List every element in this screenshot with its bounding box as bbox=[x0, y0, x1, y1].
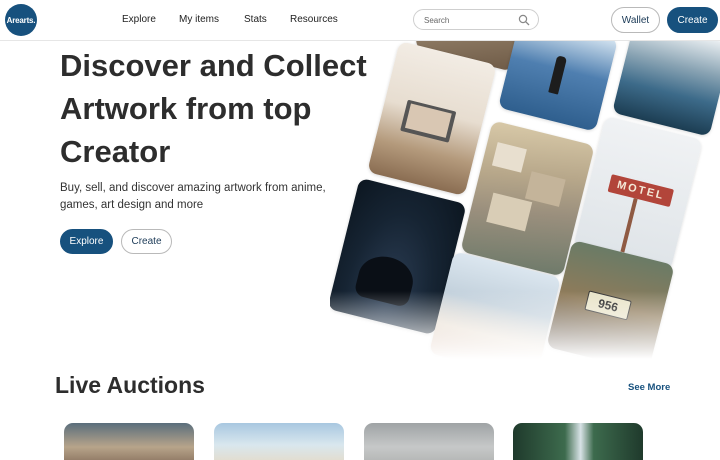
nav-link-explore[interactable]: Explore bbox=[122, 14, 156, 25]
hero-create-button[interactable]: Create bbox=[121, 229, 172, 254]
create-button[interactable]: Create bbox=[667, 7, 718, 33]
hero-subtitle: Buy, sell, and discover amazing artwork … bbox=[60, 182, 326, 211]
see-more-link[interactable]: See More bbox=[628, 382, 670, 393]
live-auctions-title: Live Auctions bbox=[55, 372, 205, 398]
auction-card-3[interactable] bbox=[364, 423, 494, 460]
artwork-tile-lake-man[interactable] bbox=[497, 41, 619, 132]
brand-logo[interactable]: Arearts. bbox=[5, 4, 37, 36]
artwork-tile-laptop[interactable] bbox=[367, 41, 497, 197]
auction-card-4[interactable] bbox=[513, 423, 643, 460]
search-box bbox=[413, 9, 539, 30]
nav-link-resources[interactable]: Resources bbox=[290, 14, 338, 25]
search-input[interactable] bbox=[424, 13, 514, 27]
auction-card-2[interactable] bbox=[214, 423, 344, 460]
search-icon[interactable] bbox=[518, 14, 530, 26]
nav-link-my-items[interactable]: My items bbox=[179, 14, 219, 25]
artwork-collage: MOTEL 956 bbox=[330, 41, 720, 371]
nav-link-stats[interactable]: Stats bbox=[244, 14, 267, 25]
top-navbar: Arearts. Explore My items Stats Resource… bbox=[0, 0, 720, 41]
collage-fade-overlay bbox=[330, 291, 720, 371]
auction-card-1[interactable] bbox=[64, 423, 194, 460]
wallet-button[interactable]: Wallet bbox=[611, 7, 660, 33]
motel-sign-text: MOTEL bbox=[607, 174, 675, 208]
hero-explore-button[interactable]: Explore bbox=[60, 229, 113, 254]
